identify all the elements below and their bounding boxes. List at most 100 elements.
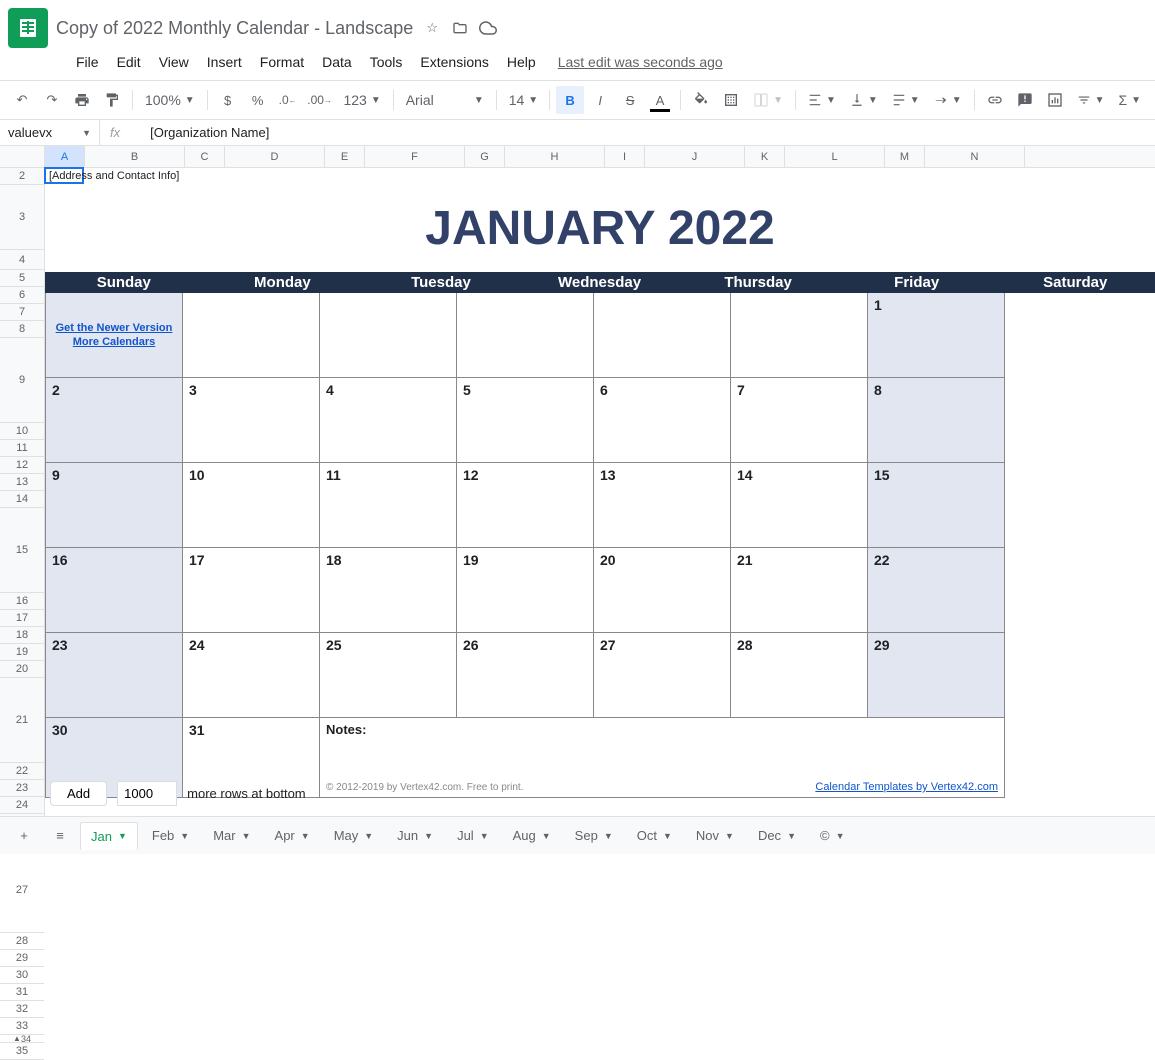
redo-button[interactable]: ↷ <box>38 86 66 114</box>
calendar-cell[interactable]: 15 <box>868 463 1005 548</box>
menu-view[interactable]: View <box>151 50 197 74</box>
calendar-cell[interactable]: 27 <box>594 633 731 718</box>
text-wrap-button[interactable]: ▼ <box>886 86 926 114</box>
zoom-dropdown[interactable]: 100%▼ <box>139 86 201 114</box>
row-header-8[interactable]: 8 <box>0 321 44 338</box>
name-box[interactable]: valuevx▼ <box>0 120 100 145</box>
italic-button[interactable]: I <box>586 86 614 114</box>
calendar-cell[interactable]: 21 <box>731 548 868 633</box>
print-button[interactable] <box>68 86 96 114</box>
address-cell[interactable]: [Address and Contact Info] <box>45 168 1155 185</box>
column-header-F[interactable]: F <box>365 146 465 167</box>
font-size-dropdown[interactable]: 14▼ <box>503 86 543 114</box>
functions-button[interactable]: Σ▼ <box>1112 86 1147 114</box>
row-header-21[interactable]: 21 <box>0 678 44 763</box>
calendar-cell[interactable]: 17 <box>183 548 320 633</box>
calendar-cell[interactable]: 5 <box>457 378 594 463</box>
row-header-11[interactable]: 11 <box>0 440 44 457</box>
calendar-cell[interactable] <box>320 293 457 378</box>
row-header-15[interactable]: 15 <box>0 508 44 593</box>
row-header-30[interactable]: 30 <box>0 967 44 984</box>
row-header-18[interactable]: 18 <box>0 627 44 644</box>
sheet-tab-feb[interactable]: Feb▼ <box>142 822 199 850</box>
formula-bar[interactable]: [Organization Name] <box>130 125 269 140</box>
vertical-align-button[interactable]: ▼ <box>844 86 884 114</box>
row-header-34[interactable]: ▲ 34 <box>0 1035 44 1043</box>
add-rows-count-input[interactable] <box>117 781 177 806</box>
calendar-cell[interactable]: 7 <box>731 378 868 463</box>
strikethrough-button[interactable]: S <box>616 86 644 114</box>
calendar-cell[interactable]: 8 <box>868 378 1005 463</box>
calendar-cell[interactable]: 11 <box>320 463 457 548</box>
sheets-logo[interactable] <box>8 8 48 48</box>
sheet-tab-jan[interactable]: Jan▼ <box>80 822 138 850</box>
calendar-cell[interactable]: 13 <box>594 463 731 548</box>
undo-button[interactable]: ↶ <box>8 86 36 114</box>
paint-format-button[interactable] <box>98 86 126 114</box>
sheet-tab-jul[interactable]: Jul▼ <box>447 822 499 850</box>
sheet-tab-nov[interactable]: Nov▼ <box>686 822 744 850</box>
currency-button[interactable]: $ <box>214 86 242 114</box>
fill-color-button[interactable] <box>687 86 715 114</box>
calendar-cell[interactable]: 29 <box>868 633 1005 718</box>
number-format-dropdown[interactable]: 123▼ <box>337 86 386 114</box>
row-header-14[interactable]: 14 <box>0 491 44 508</box>
column-header-I[interactable]: I <box>605 146 645 167</box>
row-header-16[interactable]: 16 <box>0 593 44 610</box>
font-dropdown[interactable]: Arial▼ <box>400 86 490 114</box>
menu-help[interactable]: Help <box>499 50 544 74</box>
sheet-tab-©[interactable]: ©▼ <box>810 822 855 850</box>
calendar-cell[interactable]: 25 <box>320 633 457 718</box>
calendar-cell[interactable]: 10 <box>183 463 320 548</box>
calendar-cell[interactable]: Get the Newer VersionMore Calendars <box>46 293 183 378</box>
column-header-B[interactable]: B <box>85 146 185 167</box>
star-icon[interactable]: ☆ <box>423 19 441 37</box>
row-header-28[interactable]: 28 <box>0 933 44 950</box>
sheet-tab-dec[interactable]: Dec▼ <box>748 822 806 850</box>
horizontal-align-button[interactable]: ▼ <box>802 86 842 114</box>
all-sheets-button[interactable]: ≡ <box>44 822 76 850</box>
menu-extensions[interactable]: Extensions <box>412 50 496 74</box>
sheet-tab-sep[interactable]: Sep▼ <box>565 822 623 850</box>
row-header-17[interactable]: 17 <box>0 610 44 627</box>
menu-format[interactable]: Format <box>252 50 312 74</box>
insert-link-button[interactable] <box>981 86 1009 114</box>
calendar-cell[interactable]: 23 <box>46 633 183 718</box>
calendar-cell[interactable]: 1 <box>868 293 1005 378</box>
row-header-10[interactable]: 10 <box>0 423 44 440</box>
insert-comment-button[interactable] <box>1011 86 1039 114</box>
row-header-2[interactable]: 2 <box>0 168 44 185</box>
row-header-29[interactable]: 29 <box>0 950 44 967</box>
calendar-cell[interactable]: 20 <box>594 548 731 633</box>
row-header-5[interactable]: 5 <box>0 270 44 287</box>
calendar-cell[interactable] <box>183 293 320 378</box>
text-color-button[interactable]: A <box>646 86 674 114</box>
menu-insert[interactable]: Insert <box>199 50 250 74</box>
sheet-tab-may[interactable]: May▼ <box>324 822 383 850</box>
column-header-L[interactable]: L <box>785 146 885 167</box>
row-header-3[interactable]: 3 <box>0 185 44 250</box>
column-header-M[interactable]: M <box>885 146 925 167</box>
add-rows-button[interactable]: Add <box>50 781 107 806</box>
column-header-H[interactable]: H <box>505 146 605 167</box>
calendar-cell[interactable]: 14 <box>731 463 868 548</box>
menu-data[interactable]: Data <box>314 50 360 74</box>
filter-button[interactable]: ▼ <box>1071 86 1111 114</box>
row-header-33[interactable]: 33 <box>0 1018 44 1035</box>
column-header-A[interactable]: A <box>45 146 85 167</box>
decrease-decimal-button[interactable]: .0← <box>274 86 302 114</box>
column-header-C[interactable]: C <box>185 146 225 167</box>
calendar-cell[interactable]: 19 <box>457 548 594 633</box>
row-header-20[interactable]: 20 <box>0 661 44 678</box>
borders-button[interactable] <box>717 86 745 114</box>
sheet-tab-jun[interactable]: Jun▼ <box>387 822 443 850</box>
month-title[interactable]: JANUARY 2022 <box>45 185 1155 272</box>
row-header-27[interactable]: 27 <box>0 848 44 933</box>
row-header-19[interactable]: 19 <box>0 644 44 661</box>
calendar-cell[interactable]: 24 <box>183 633 320 718</box>
bold-button[interactable]: B <box>556 86 584 114</box>
move-icon[interactable] <box>451 19 469 37</box>
column-header-K[interactable]: K <box>745 146 785 167</box>
calendar-cell[interactable] <box>731 293 868 378</box>
row-header-9[interactable]: 9 <box>0 338 44 423</box>
